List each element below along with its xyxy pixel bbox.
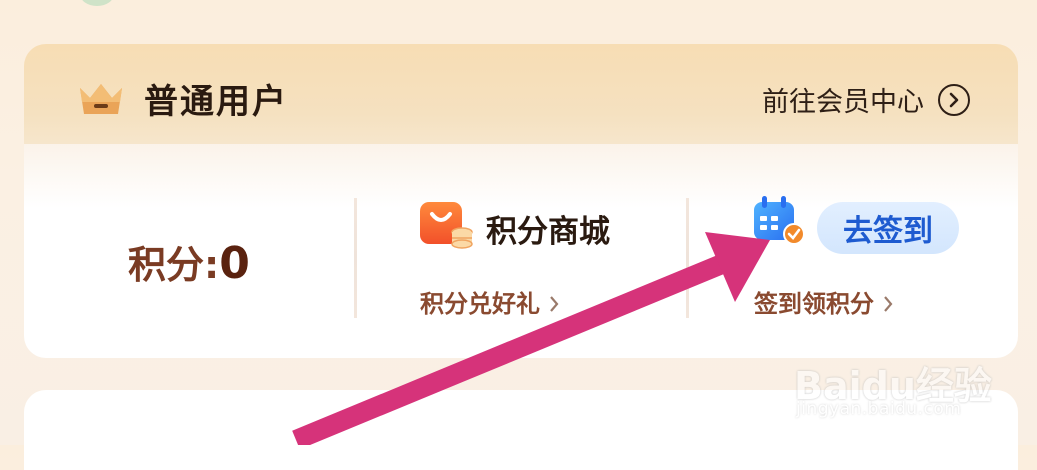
top-strip — [0, 0, 1037, 40]
member-center-link[interactable]: 前往会员中心 — [762, 80, 970, 119]
divider — [354, 198, 357, 318]
points-panel: 积分:0 积分商城 积分兑好礼 去签到 签到领积分 — [24, 144, 1018, 358]
member-center-label: 前往会员中心 — [762, 87, 924, 118]
member-level-card: 普通用户 前往会员中心 — [24, 44, 1018, 144]
chevron-right-icon — [884, 296, 893, 312]
top-decoration — [80, 0, 114, 6]
chevron-right-icon — [550, 296, 559, 312]
checkin-link[interactable]: 签到领积分 — [754, 284, 894, 319]
points-display[interactable]: 积分:0 — [128, 234, 250, 289]
checkin-subtitle: 签到领积分 — [754, 290, 874, 318]
calendar-check-icon — [754, 196, 805, 245]
divider — [686, 198, 689, 318]
chevron-right-circle-icon — [938, 83, 970, 116]
watermark: Baidu经验 jingyan.baidu.com — [790, 355, 1010, 427]
points-mall-title[interactable]: 积分商城 — [486, 206, 610, 251]
points-value: 0 — [219, 238, 250, 289]
points-mall-subtitle: 积分兑好礼 — [420, 290, 540, 318]
checkin-button[interactable]: 去签到 — [817, 202, 959, 254]
membership-level: 普通用户 — [144, 82, 288, 122]
points-mall-link[interactable]: 积分兑好礼 — [420, 284, 560, 319]
crown-icon — [80, 84, 122, 114]
watermark-url: jingyan.baidu.com — [796, 399, 962, 419]
shopping-bag-icon — [420, 202, 473, 249]
points-label: 积分: — [128, 243, 220, 287]
